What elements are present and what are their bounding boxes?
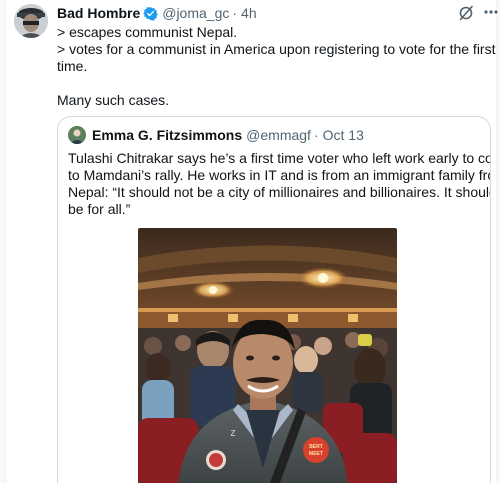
quote-line: to Mamdani’s rally. He works in IT and i… — [68, 167, 491, 183]
quote-author-avatar — [68, 126, 86, 144]
quote-line: be for all.” — [68, 201, 131, 217]
button-text: BERT — [309, 444, 323, 450]
quote-text: Tulashi Chitrakar says he’s a first time… — [68, 150, 491, 218]
author-name[interactable]: Bad Hombre — [57, 5, 140, 21]
tweet-text: > escapes communist Nepal. > votes for a… — [57, 24, 496, 109]
quote-line: Nepal: “It should not be a city of milli… — [68, 184, 491, 200]
tweet-line: time. — [57, 58, 88, 74]
verified-badge-icon — [143, 6, 159, 21]
left-rail — [0, 0, 6, 483]
right-rail — [496, 0, 500, 483]
quoted-tweet[interactable]: Emma G. Fitzsimmons @emmagf · Oct 13 Tul… — [57, 116, 491, 483]
more-options-icon[interactable] — [482, 3, 500, 21]
grok-icon[interactable] — [458, 5, 474, 21]
quote-photo[interactable]: BERT MEET Z — [138, 228, 397, 483]
quote-author-name: Emma G. Fitzsimmons — [92, 127, 243, 143]
tweet-line: Many such cases. — [57, 92, 170, 108]
tweet-header: Bad Hombre @joma_gc · 4h — [57, 4, 257, 22]
button-text-2: MEET — [309, 451, 323, 457]
separator-dot: · — [232, 5, 238, 21]
quote-author-handle: @emmagf — [246, 127, 311, 143]
author-avatar[interactable] — [14, 4, 48, 38]
quote-header: Emma G. Fitzsimmons @emmagf · Oct 13 — [68, 126, 364, 144]
separator-dot: · — [313, 127, 319, 143]
author-handle[interactable]: @joma_gc — [162, 5, 229, 21]
tweet-time[interactable]: 4h — [241, 5, 257, 21]
jacket-logo: Z — [231, 429, 236, 438]
quote-line: Tulashi Chitrakar says he’s a first time… — [68, 150, 491, 166]
tweet-line: > escapes communist Nepal. — [57, 24, 238, 40]
quote-date: Oct 13 — [322, 127, 364, 143]
tweet[interactable]: Bad Hombre @joma_gc · 4h > escapes commu… — [14, 0, 498, 483]
tweet-line: > votes for a communist in America upon … — [57, 41, 496, 57]
